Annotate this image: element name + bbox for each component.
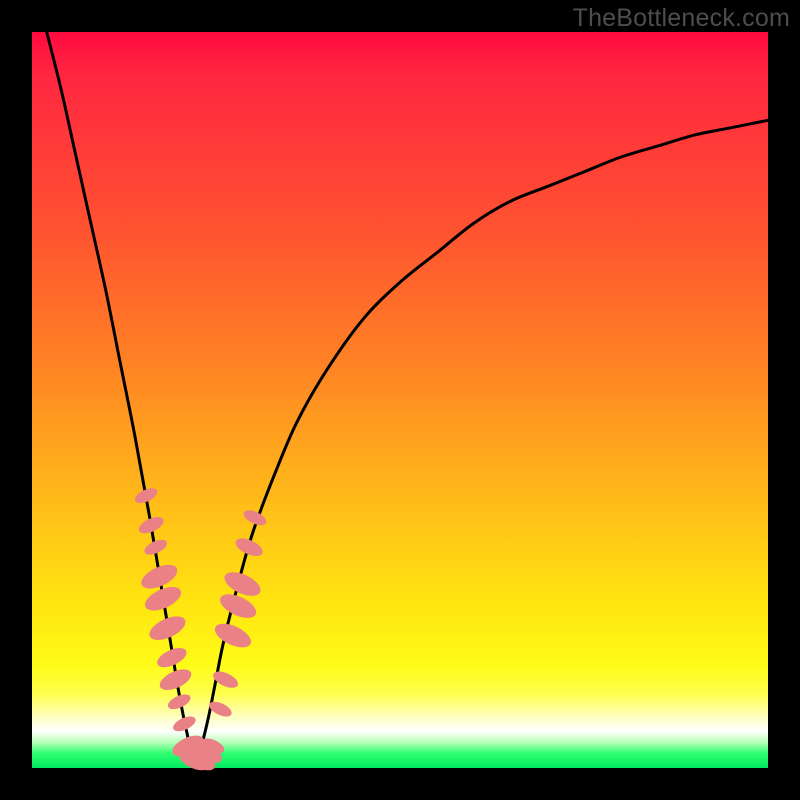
data-marker	[233, 535, 265, 560]
curve-layer	[32, 32, 768, 768]
data-marker	[211, 619, 254, 652]
watermark-text: TheBottleneck.com	[573, 4, 790, 33]
chart-frame: TheBottleneck.com	[0, 0, 800, 800]
bottleneck-curve	[47, 32, 768, 761]
